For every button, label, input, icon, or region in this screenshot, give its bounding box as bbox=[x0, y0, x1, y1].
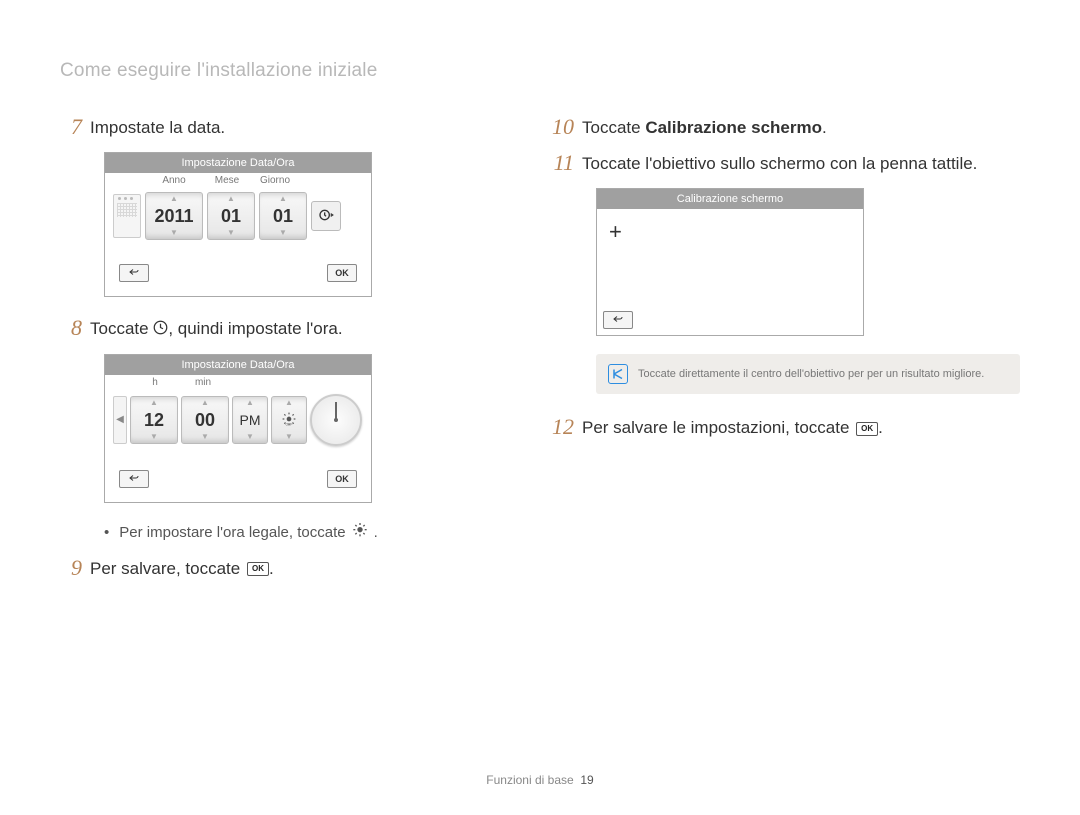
analog-clock-icon bbox=[310, 394, 362, 446]
step-text: Per salvare le impostazioni, toccate OK. bbox=[582, 416, 883, 438]
arrow-up-icon[interactable]: ▲ bbox=[246, 399, 254, 407]
month-value: 01 bbox=[221, 207, 241, 225]
ok-inline-icon: OK bbox=[856, 422, 878, 436]
content-columns: 7 Impostate la data. Impostazione Data/O… bbox=[60, 116, 1020, 593]
wheel-hour[interactable]: ▲ 12 ▼ bbox=[130, 396, 178, 444]
ok-button[interactable]: OK bbox=[327, 264, 357, 282]
arrow-down-icon[interactable]: ▼ bbox=[170, 229, 178, 237]
page-heading: Come eseguire l'installazione iniziale bbox=[60, 60, 1020, 82]
clock-arrow-icon bbox=[318, 207, 334, 226]
arrow-down-icon[interactable]: ▼ bbox=[150, 433, 158, 441]
back-arrow-icon bbox=[128, 267, 140, 279]
step-number: 11 bbox=[552, 152, 574, 174]
date-settings-screen: Impostazione Data/Ora Anno Mese Giorno ▲… bbox=[104, 152, 372, 297]
back-button[interactable] bbox=[119, 470, 149, 488]
wheel-minute[interactable]: ▲ 00 ▼ bbox=[181, 396, 229, 444]
left-column: 7 Impostate la data. Impostazione Data/O… bbox=[60, 116, 508, 593]
step-9: 9 Per salvare, toccate OK. bbox=[60, 557, 508, 579]
label-min: min bbox=[179, 377, 227, 388]
calendar-icon bbox=[113, 194, 141, 238]
step-text: Toccate l'obiettivo sullo schermo con la… bbox=[582, 152, 977, 174]
arrow-up-icon[interactable]: ▲ bbox=[227, 195, 235, 203]
dst-note: Per impostare l'ora legale, toccate . bbox=[104, 523, 508, 543]
footer-section: Funzioni di base bbox=[486, 773, 573, 787]
step-10: 10 Toccate Calibrazione schermo. bbox=[552, 116, 1020, 138]
label-year: Anno bbox=[145, 175, 203, 186]
clock-icon bbox=[153, 320, 168, 340]
screen-title: Calibrazione schermo bbox=[597, 189, 863, 209]
label-hour: h bbox=[131, 377, 179, 388]
step-number: 8 bbox=[60, 317, 82, 339]
back-button[interactable] bbox=[119, 264, 149, 282]
screen-title: Impostazione Data/Ora bbox=[105, 153, 371, 173]
label-month: Mese bbox=[203, 175, 251, 186]
step-text: Toccate Calibrazione schermo. bbox=[582, 116, 827, 138]
ok-inline-icon: OK bbox=[247, 562, 269, 576]
step-11: 11 Toccate l'obiettivo sullo schermo con… bbox=[552, 152, 1020, 174]
dst-off-icon: OFF bbox=[282, 412, 296, 428]
arrow-down-icon[interactable]: ▼ bbox=[227, 229, 235, 237]
prev-button[interactable]: ◀ bbox=[113, 396, 127, 444]
arrow-down-icon[interactable]: ▼ bbox=[279, 229, 287, 237]
info-text: Toccate direttamente il centro dell'obie… bbox=[638, 368, 984, 380]
wheel-dst[interactable]: ▲ OFF ▼ bbox=[271, 396, 307, 444]
chevron-left-icon: ◀ bbox=[116, 414, 124, 425]
step-number: 12 bbox=[552, 416, 574, 438]
step-8: 8 Toccate , quindi impostate l'ora. bbox=[60, 317, 508, 340]
switch-to-time-button[interactable] bbox=[311, 201, 341, 231]
ok-button[interactable]: OK bbox=[327, 470, 357, 488]
ampm-value: PM bbox=[240, 413, 261, 427]
calibration-screen: Calibrazione schermo + bbox=[596, 188, 864, 336]
year-value: 2011 bbox=[154, 207, 193, 225]
arrow-up-icon[interactable]: ▲ bbox=[150, 399, 158, 407]
right-column: 10 Toccate Calibrazione schermo. 11 Tocc… bbox=[552, 116, 1020, 593]
info-note: Toccate direttamente il centro dell'obie… bbox=[596, 354, 1020, 394]
arrow-down-icon[interactable]: ▼ bbox=[285, 433, 293, 441]
note-icon bbox=[608, 364, 628, 384]
svg-text:OFF: OFF bbox=[286, 422, 293, 426]
dst-off-icon bbox=[352, 523, 368, 543]
back-button[interactable] bbox=[603, 311, 633, 329]
time-settings-screen: Impostazione Data/Ora h min ◀ ▲ 12 ▼ ▲ 0… bbox=[104, 354, 372, 503]
step-number: 10 bbox=[552, 116, 574, 138]
day-value: 01 bbox=[273, 207, 293, 225]
minute-value: 00 bbox=[195, 411, 215, 429]
wheel-year[interactable]: ▲ 2011 ▼ bbox=[145, 192, 203, 240]
arrow-up-icon[interactable]: ▲ bbox=[279, 195, 287, 203]
arrow-down-icon[interactable]: ▼ bbox=[201, 433, 209, 441]
footer-page-number: 19 bbox=[580, 773, 593, 787]
arrow-up-icon[interactable]: ▲ bbox=[170, 195, 178, 203]
calibration-target-icon[interactable]: + bbox=[609, 219, 622, 245]
step-text: Toccate , quindi impostate l'ora. bbox=[90, 317, 343, 340]
hour-value: 12 bbox=[144, 411, 164, 429]
wheel-day[interactable]: ▲ 01 ▼ bbox=[259, 192, 307, 240]
screen-title: Impostazione Data/Ora bbox=[105, 355, 371, 375]
arrow-up-icon[interactable]: ▲ bbox=[285, 399, 293, 407]
step-text: Impostate la data. bbox=[90, 116, 225, 138]
label-day: Giorno bbox=[251, 175, 299, 186]
step-number: 9 bbox=[60, 557, 82, 579]
step-number: 7 bbox=[60, 116, 82, 138]
step-12: 12 Per salvare le impostazioni, toccate … bbox=[552, 416, 1020, 438]
arrow-up-icon[interactable]: ▲ bbox=[201, 399, 209, 407]
step-7: 7 Impostate la data. bbox=[60, 116, 508, 138]
wheel-ampm[interactable]: ▲ PM ▼ bbox=[232, 396, 268, 444]
back-arrow-icon bbox=[128, 473, 140, 485]
back-arrow-icon bbox=[612, 314, 624, 326]
page-footer: Funzioni di base 19 bbox=[0, 773, 1080, 787]
arrow-down-icon[interactable]: ▼ bbox=[246, 433, 254, 441]
step-text: Per salvare, toccate OK. bbox=[90, 557, 274, 579]
wheel-month[interactable]: ▲ 01 ▼ bbox=[207, 192, 255, 240]
